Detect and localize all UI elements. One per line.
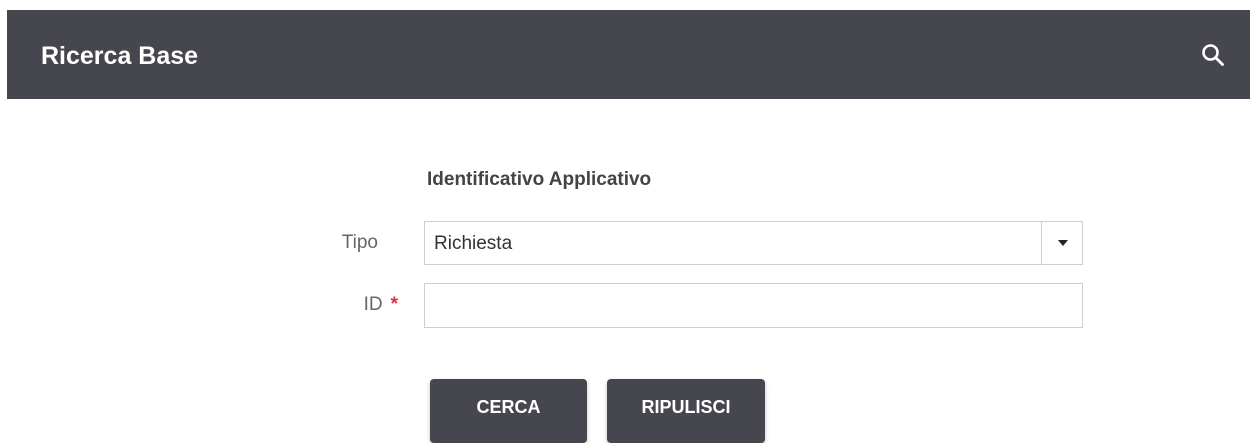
tipo-select[interactable]: Richiesta (424, 221, 1083, 265)
tipo-label: Tipo (341, 232, 378, 253)
header-bar: Ricerca Base (7, 10, 1250, 99)
ripulisci-button[interactable]: RIPULISCI (607, 379, 765, 443)
page-title: Ricerca Base (41, 42, 199, 70)
caret-down-icon (1058, 240, 1068, 246)
dropdown-toggle[interactable] (1041, 222, 1082, 264)
tipo-selected-value: Richiesta (434, 233, 513, 254)
search-button[interactable] (1200, 42, 1226, 68)
search-icon (1202, 44, 1224, 66)
id-input[interactable] (424, 283, 1083, 328)
required-marker: * (390, 294, 398, 315)
section-title: Identificativo Applicativo (427, 169, 652, 190)
cerca-button[interactable]: CERCA (430, 379, 587, 443)
id-label-group: ID * (330, 293, 398, 317)
id-label: ID (363, 294, 383, 315)
